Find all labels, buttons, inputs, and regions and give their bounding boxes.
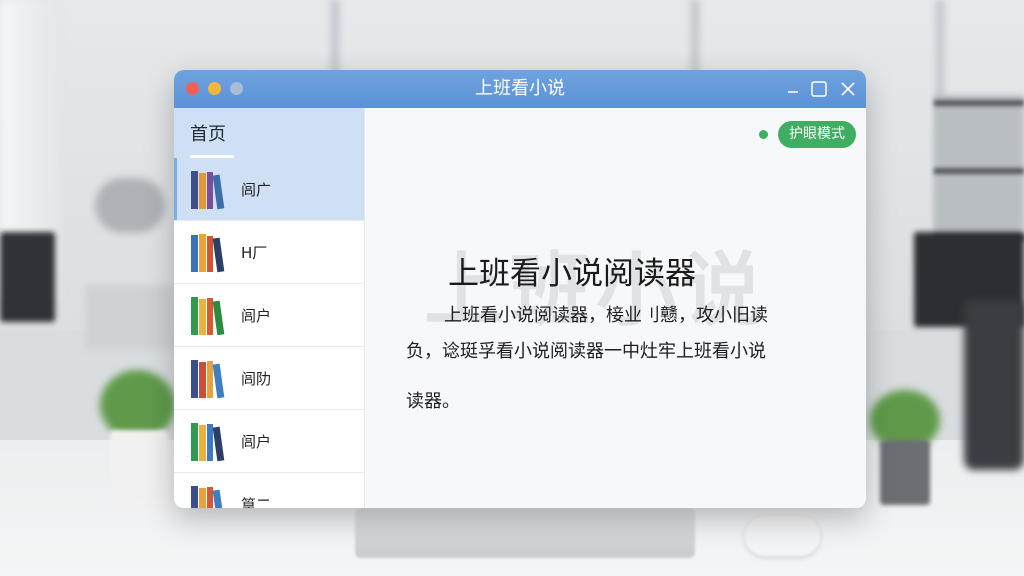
paragraph-line: 上班看小说阅读器，椄业刂戆，攻小旧读: [406, 298, 816, 334]
background-shelf-board: [934, 100, 1024, 106]
sidebar-item-label: 篁二: [241, 495, 272, 509]
sidebar-item-label: 闾广: [241, 180, 272, 199]
background-lamp: [95, 178, 165, 233]
background-mouse: [745, 516, 820, 556]
books-icon: [191, 171, 225, 210]
reader-heading: 上班看小说阅读器: [448, 256, 696, 292]
background-monitor: [0, 232, 55, 322]
paragraph-line: 负，谂珽孚看小说阅读器一中灶牢上班看小说: [406, 341, 766, 362]
sidebar: 首页 闾广 H厂 闾户 闾阞 闾户 篁二: [174, 108, 365, 508]
sidebar-item-3[interactable]: 闾户: [174, 284, 364, 347]
close-icon[interactable]: [840, 70, 856, 108]
reader-app-window: 上班看小说 首页 闾广 H厂 闾户 闾阞 闾户 篁二 护眼模式 上班小说 上班看…: [174, 70, 866, 508]
sidebar-item-2[interactable]: H厂: [174, 221, 364, 284]
background-printer: [85, 285, 175, 350]
sidebar-item-label: 闾户: [241, 432, 272, 451]
sidebar-item-6[interactable]: 篁二: [174, 473, 364, 508]
sidebar-item-label: 闾阞: [241, 369, 272, 388]
books-icon: [191, 234, 225, 273]
background-shelf-board: [934, 168, 1024, 174]
eye-mode-status-dot: [759, 130, 768, 139]
sidebar-item-label: 闾户: [241, 306, 272, 325]
sidebar-item-label: H厂: [241, 243, 268, 262]
maximize-icon[interactable]: [810, 70, 828, 108]
reader-paragraph: 上班看小说阅读器，椄业刂戆，攻小旧读 负，谂珽孚看小说阅读器一中灶牢上班看小说 …: [406, 298, 816, 420]
background-keyboard: [355, 508, 695, 558]
sidebar-home-tab[interactable]: 首页: [174, 108, 364, 158]
background-pot: [110, 430, 168, 505]
books-icon: [191, 360, 225, 399]
books-icon: [191, 486, 225, 508]
background-pot: [880, 440, 930, 505]
background-chair: [964, 300, 1024, 470]
sidebar-item-4[interactable]: 闾阞: [174, 347, 364, 410]
books-icon: [191, 423, 225, 462]
title-bar[interactable]: 上班看小说: [174, 70, 866, 108]
sidebar-home-label: 首页: [190, 124, 226, 145]
window-title: 上班看小说: [475, 78, 565, 99]
sidebar-item-1[interactable]: 闾广: [174, 158, 364, 221]
reading-pane: 护眼模式 上班小说 上班看小说阅读器 上班看小说阅读器，椄业刂戆，攻小旧读 负，…: [366, 108, 866, 508]
books-icon: [191, 297, 225, 336]
eye-care-mode-button[interactable]: 护眼模式: [778, 121, 856, 148]
minimize-icon[interactable]: [786, 70, 800, 108]
paragraph-line: 读器。: [406, 391, 460, 412]
sidebar-item-5[interactable]: 闾户: [174, 410, 364, 473]
paragraph-line-text: 上班看小说阅读器，椄业刂戆，攻小旧读: [444, 305, 768, 326]
